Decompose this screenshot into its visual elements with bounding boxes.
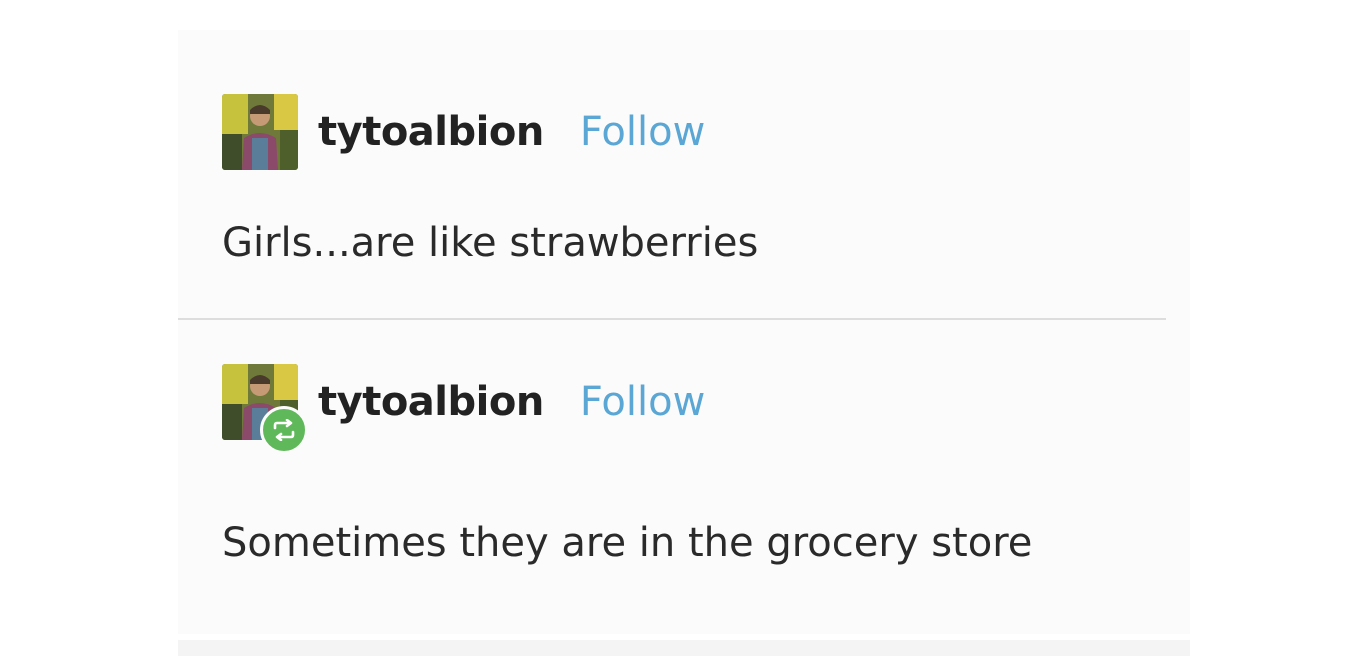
post-username[interactable]: tytoalbion — [318, 379, 544, 425]
post-header: tytoalbion Follow — [222, 94, 705, 170]
post-original: tytoalbion Follow Girls...are like straw… — [178, 30, 1166, 318]
avatar-photo-icon — [222, 94, 298, 170]
post-thread-card: tytoalbion Follow Girls...are like straw… — [178, 30, 1190, 634]
follow-button[interactable]: Follow — [580, 379, 705, 425]
post-header: tytoalbion Follow — [222, 364, 705, 454]
next-post-edge — [178, 640, 1190, 656]
post-username[interactable]: tytoalbion — [318, 109, 544, 155]
reblog-badge — [260, 406, 308, 454]
avatar[interactable] — [222, 94, 298, 170]
post-text: Girls...are like strawberries — [222, 220, 759, 266]
post-reblog: tytoalbion Follow Sometimes they are in … — [178, 320, 1166, 620]
avatar[interactable] — [222, 364, 308, 454]
follow-button[interactable]: Follow — [580, 109, 705, 155]
post-text: Sometimes they are in the grocery store — [222, 520, 1033, 566]
reblog-icon — [273, 419, 295, 441]
